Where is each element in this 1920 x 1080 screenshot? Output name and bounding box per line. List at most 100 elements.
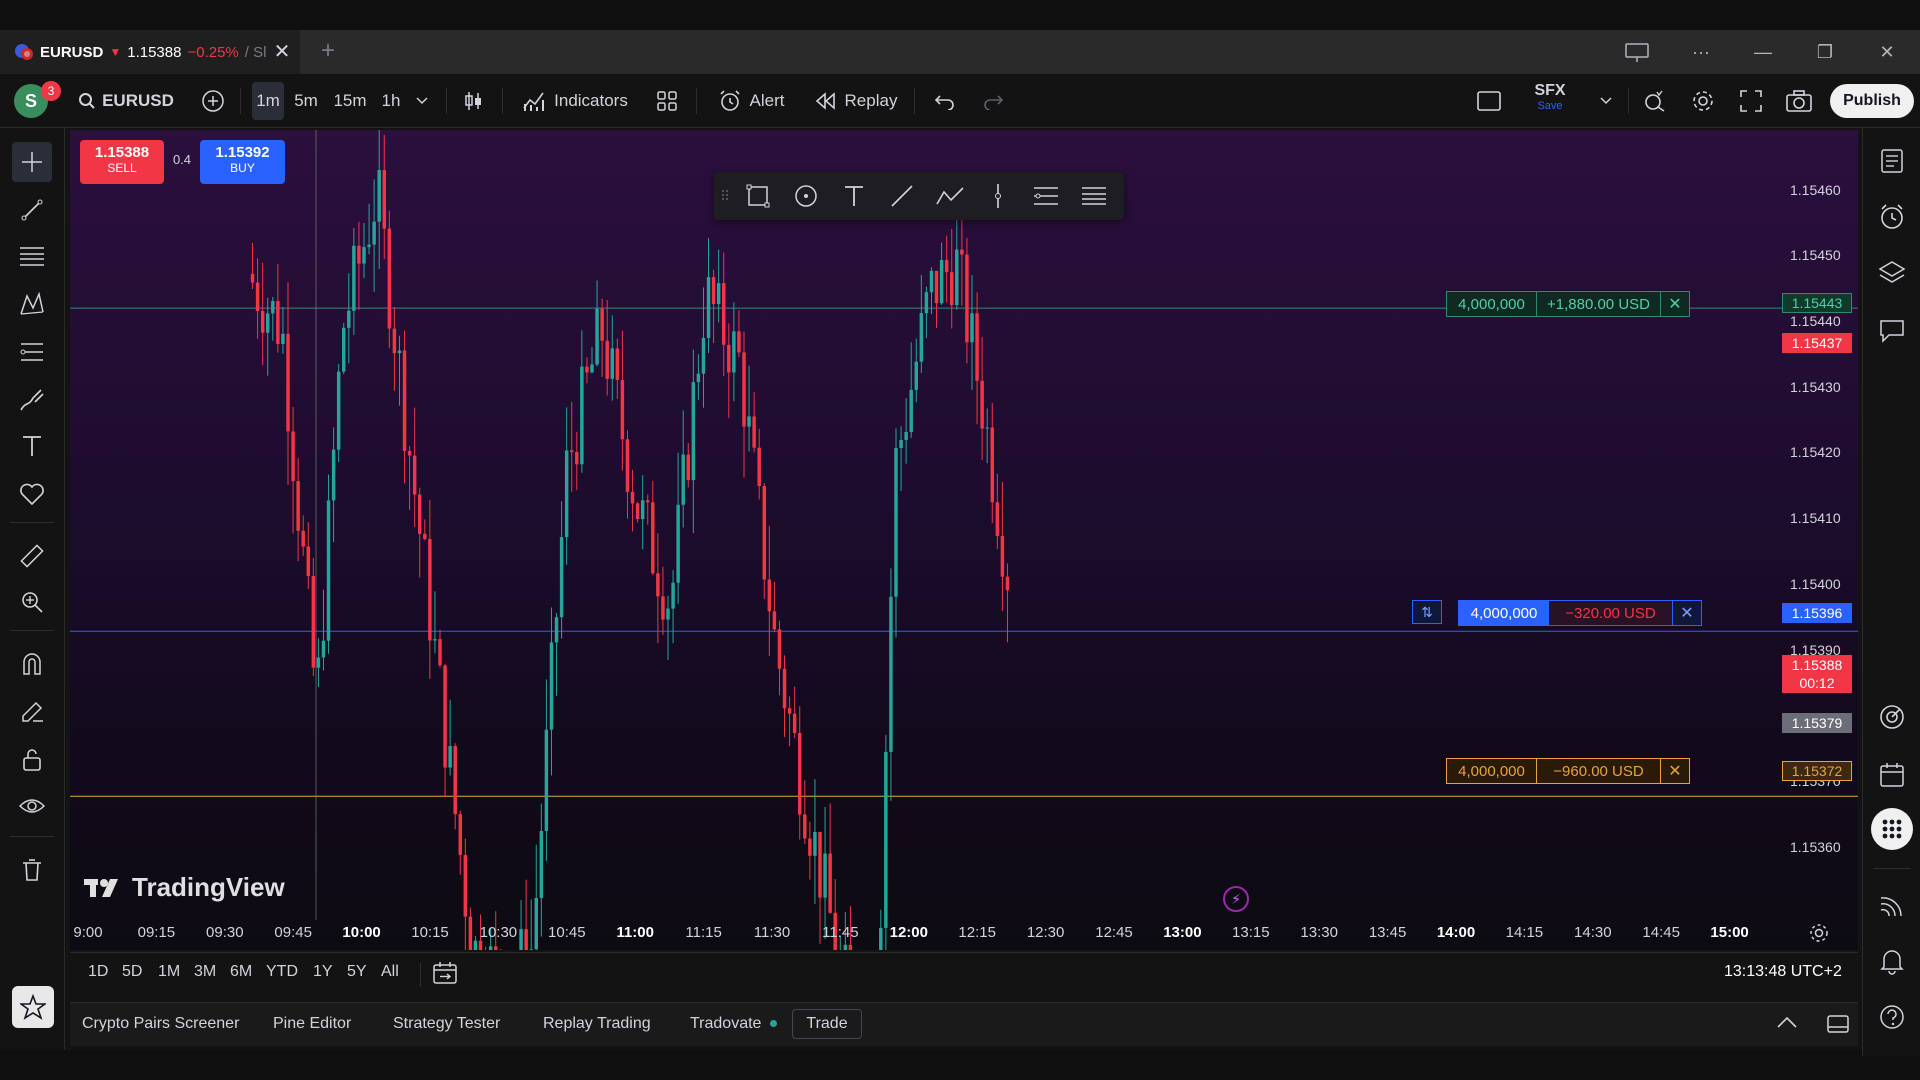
minimize-button[interactable]: — xyxy=(1748,38,1778,66)
horizontal-lines-icon[interactable] xyxy=(1070,176,1118,216)
ruler-icon[interactable] xyxy=(12,536,52,576)
target-icon[interactable] xyxy=(1871,696,1913,738)
camera-icon[interactable] xyxy=(1782,82,1816,120)
alert-button[interactable]: Alert xyxy=(710,82,792,120)
heart-icon[interactable] xyxy=(12,474,52,514)
drag-handle-icon[interactable]: ⠿ xyxy=(720,188,734,205)
watchlist-icon[interactable] xyxy=(1871,140,1913,182)
range-5y[interactable]: 5Y xyxy=(347,963,367,981)
publish-button[interactable]: Publish xyxy=(1830,84,1914,118)
forecasting-tool-icon[interactable] xyxy=(12,332,52,372)
alerts-clock-icon[interactable] xyxy=(1871,196,1913,238)
restore-button[interactable]: ❐ xyxy=(1810,38,1840,66)
stop-loss-order[interactable]: 4,000,000 −960.00 USD ✕ xyxy=(1446,758,1690,784)
chart-type-candles-icon[interactable] xyxy=(458,82,488,120)
more-options-icon[interactable]: ··· xyxy=(1686,38,1716,66)
reverse-position-icon[interactable]: ⇅ xyxy=(1412,600,1442,624)
range-1y[interactable]: 1Y xyxy=(313,963,333,981)
rectangle-tool-icon[interactable] xyxy=(734,176,782,216)
vertical-line-icon[interactable] xyxy=(974,176,1022,216)
circle-tool-icon[interactable] xyxy=(782,176,830,216)
apps-grid-icon[interactable] xyxy=(1871,808,1913,850)
maximize-panel-icon[interactable] xyxy=(1826,1013,1850,1035)
candle-body xyxy=(944,260,949,273)
collapse-panel-chevron-icon[interactable] xyxy=(1776,1015,1798,1029)
indicators-button[interactable]: Indicators xyxy=(516,82,634,120)
go-to-date-icon[interactable] xyxy=(432,961,458,985)
replay-button[interactable]: Replay xyxy=(810,82,902,120)
fib-levels-icon[interactable] xyxy=(1022,176,1070,216)
range-6m[interactable]: 6M xyxy=(230,963,252,981)
symbol-search-button[interactable]: EURUSD xyxy=(76,82,176,120)
trade-button[interactable]: Trade xyxy=(792,1009,862,1039)
position-entry[interactable]: 4,000,000 −320.00 USD ✕ xyxy=(1458,600,1702,626)
favorites-star-button[interactable] xyxy=(12,986,54,1028)
layers-icon[interactable] xyxy=(1871,252,1913,294)
chat-icon[interactable] xyxy=(1871,310,1913,352)
layout-dropdown-icon[interactable] xyxy=(1594,82,1618,120)
tp-close-icon[interactable]: ✕ xyxy=(1661,292,1689,316)
undo-icon[interactable] xyxy=(928,82,962,120)
range-all[interactable]: All xyxy=(381,963,399,981)
lock-icon[interactable] xyxy=(12,740,52,780)
tab-crypto-pairs-screener[interactable]: Crypto Pairs Screener xyxy=(82,1015,239,1033)
interval-dropdown-icon[interactable] xyxy=(410,82,434,120)
layouts-grid-icon[interactable] xyxy=(652,82,682,120)
pattern-tool-icon[interactable] xyxy=(12,284,52,324)
entry-close-icon[interactable]: ✕ xyxy=(1673,601,1701,625)
axis-settings-icon[interactable] xyxy=(1808,922,1830,944)
time-label: 09:15 xyxy=(137,924,176,941)
candlestick-chart[interactable] xyxy=(70,130,1858,950)
tab-pine-editor[interactable]: Pine Editor xyxy=(273,1015,351,1033)
compare-symbol-icon[interactable] xyxy=(198,82,228,120)
tab-replay-trading[interactable]: Replay Trading xyxy=(543,1015,651,1033)
tab-eurusd[interactable]: EURUSD ▼ 1.15388 −0.25% / Sl ✕ xyxy=(0,30,300,74)
layout-name-button[interactable]: SFX Save xyxy=(1520,82,1580,120)
settings-gear-icon[interactable] xyxy=(1686,82,1720,120)
magnet-icon[interactable] xyxy=(12,644,52,684)
stream-signal-icon[interactable] xyxy=(1871,884,1913,926)
sl-close-icon[interactable]: ✕ xyxy=(1661,759,1689,783)
range-5d[interactable]: 5D xyxy=(122,963,142,981)
calendar-icon[interactable] xyxy=(1871,754,1913,796)
range-1m[interactable]: 1M xyxy=(158,963,180,981)
redo-icon[interactable] xyxy=(976,82,1010,120)
event-lightning-icon[interactable]: ⚡ xyxy=(1223,886,1249,912)
notifications-bell-icon[interactable] xyxy=(1871,940,1913,982)
cast-icon[interactable] xyxy=(1622,38,1652,66)
fullscreen-icon[interactable] xyxy=(1734,82,1768,120)
tab-close-icon[interactable]: ✕ xyxy=(272,42,292,62)
range-3m[interactable]: 3M xyxy=(194,963,216,981)
path-tool-icon[interactable] xyxy=(926,176,974,216)
fib-retracement-icon[interactable] xyxy=(12,236,52,276)
drawing-mode-icon[interactable] xyxy=(12,692,52,732)
crosshair-icon[interactable] xyxy=(12,142,52,182)
range-ytd[interactable]: YTD xyxy=(266,963,298,981)
quick-search-icon[interactable] xyxy=(1638,82,1672,120)
take-profit-order[interactable]: 4,000,000 +1,880.00 USD ✕ xyxy=(1446,291,1690,317)
candle-body xyxy=(281,333,285,345)
tab-strategy-tester[interactable]: Strategy Tester xyxy=(393,1015,500,1033)
interval-15m[interactable]: 15m xyxy=(330,82,370,120)
zoom-in-icon[interactable] xyxy=(12,582,52,622)
buy-button[interactable]: 1.15392 BUY xyxy=(200,140,285,184)
clock-timezone[interactable]: 13:13:48 UTC+2 xyxy=(1724,963,1842,981)
help-icon[interactable] xyxy=(1871,996,1913,1038)
line-tool-icon[interactable] xyxy=(878,176,926,216)
brush-icon[interactable] xyxy=(12,380,52,420)
range-1d[interactable]: 1D xyxy=(88,963,108,981)
interval-1h[interactable]: 1h xyxy=(376,82,406,120)
eye-icon[interactable] xyxy=(12,786,52,826)
new-tab-button[interactable]: + xyxy=(316,39,340,64)
text-tool-icon[interactable] xyxy=(12,426,52,466)
trash-icon[interactable] xyxy=(12,850,52,890)
close-window-button[interactable]: ✕ xyxy=(1872,38,1902,66)
tab-tradovate[interactable]: Tradovate xyxy=(690,1015,777,1033)
text-tool-icon[interactable] xyxy=(830,176,878,216)
interval-5m[interactable]: 5m xyxy=(290,82,322,120)
chart-pane[interactable] xyxy=(70,130,1858,950)
interval-1m[interactable]: 1m xyxy=(252,82,284,120)
layout-single-icon[interactable] xyxy=(1472,82,1506,120)
sell-button[interactable]: 1.15388 SELL xyxy=(80,140,164,184)
trend-line-icon[interactable] xyxy=(12,190,52,230)
